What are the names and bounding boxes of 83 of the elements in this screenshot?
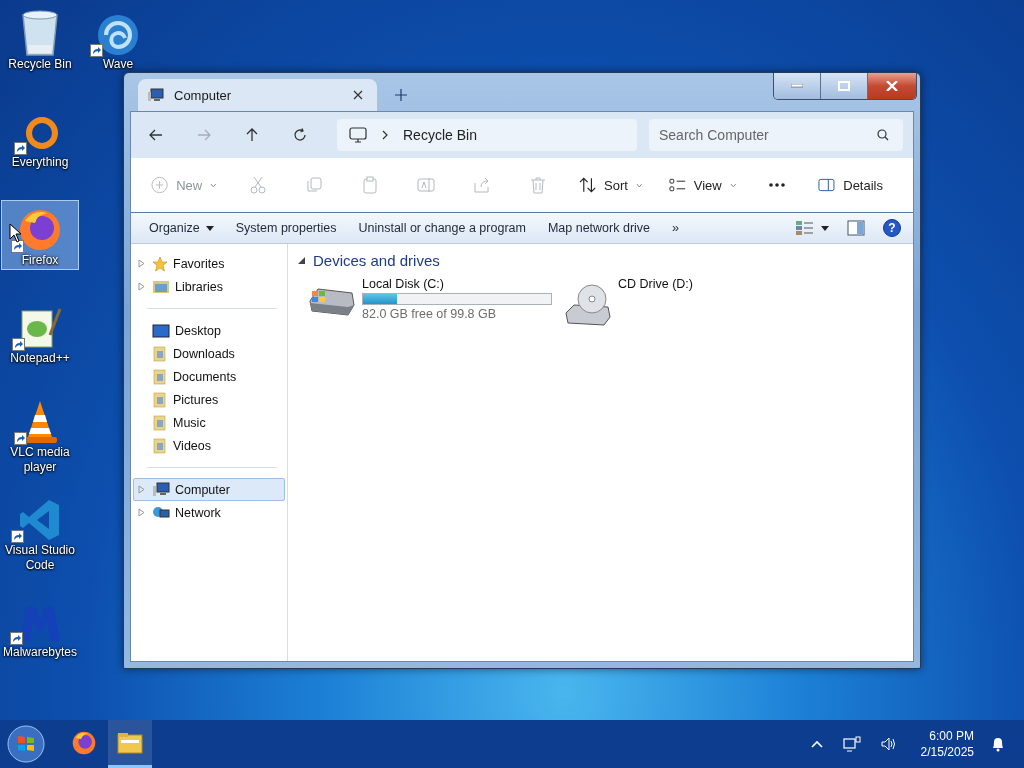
folder-icon: [152, 391, 168, 408]
expand-arrow-icon[interactable]: [138, 259, 145, 268]
chevron-up-icon[interactable]: [810, 740, 823, 748]
expand-arrow-icon[interactable]: [138, 282, 145, 291]
caret-icon: [210, 182, 217, 188]
notification-bell-icon[interactable]: [990, 736, 1006, 752]
command-button[interactable]: Uninstall or change a program: [350, 218, 534, 238]
desktop-icon[interactable]: Recycle Bin: [1, 4, 79, 78]
details-button[interactable]: Details: [812, 169, 889, 201]
start-button[interactable]: [6, 724, 46, 764]
side-panel-icon: [818, 177, 836, 193]
maximize-button[interactable]: [820, 73, 867, 99]
mouse-pointer-icon: [9, 223, 23, 243]
optical-drive-icon: [564, 283, 612, 327]
folder-icon: [152, 345, 168, 362]
network-icon: [152, 505, 170, 520]
expand-arrow-icon[interactable]: [138, 485, 145, 494]
network-monitor-icon[interactable]: [842, 736, 861, 752]
new-tab-icon[interactable]: [395, 89, 407, 101]
view-button[interactable]: View: [662, 169, 743, 201]
up-arrow-icon[interactable]: [245, 128, 259, 142]
nav-item[interactable]: Downloads: [133, 342, 285, 365]
close-icon[interactable]: [353, 90, 363, 100]
caret-icon: [635, 182, 643, 188]
help-button[interactable]: ?: [883, 219, 901, 237]
nav-item[interactable]: Libraries: [133, 275, 285, 298]
close-icon: [886, 81, 898, 91]
window-tab[interactable]: Computer: [138, 79, 377, 111]
desktop-icon: [152, 323, 170, 338]
nav-item[interactable]: Videos: [133, 434, 285, 457]
nav-item[interactable]: Desktop: [133, 319, 285, 342]
folder-icon: [152, 368, 168, 385]
speaker-icon[interactable]: [880, 737, 897, 751]
nav-item[interactable]: Favorites: [133, 252, 285, 275]
firefox-logo-icon: [71, 729, 97, 756]
computer-icon: [152, 482, 170, 497]
group-header[interactable]: Devices and drives: [298, 252, 903, 269]
clock[interactable]: 6:00 PM 2/15/2025: [920, 728, 974, 760]
desktop-icon[interactable]: Everything: [1, 102, 79, 176]
view-options-icon[interactable]: [795, 220, 829, 236]
desktop-icon[interactable]: Wave: [79, 4, 157, 78]
folder-icon: [117, 731, 143, 754]
firefox-logo-icon: [17, 207, 63, 253]
desktop-icon[interactable]: Notepad++: [1, 298, 79, 372]
address-path: Recycle Bin: [403, 127, 477, 143]
computer-icon: [148, 88, 164, 102]
refresh-icon[interactable]: [293, 128, 307, 142]
nav-item[interactable]: Pictures: [133, 388, 285, 411]
address-bar[interactable]: Recycle Bin: [337, 119, 637, 151]
desktop-icon[interactable]: Visual Studio Code: [1, 494, 79, 568]
swirl-logo-icon: [96, 13, 140, 57]
command-button[interactable]: Organize: [141, 218, 222, 238]
more-commands-button[interactable]: »: [664, 218, 687, 238]
search-field[interactable]: Search Computer: [649, 119, 903, 151]
star-icon: [152, 255, 168, 272]
expand-arrow-icon[interactable]: [138, 508, 145, 517]
command-button[interactable]: System properties: [227, 218, 345, 238]
nav-item[interactable]: Network: [133, 501, 285, 524]
back-arrow-icon[interactable]: [149, 128, 163, 142]
search-icon: [877, 129, 889, 141]
tab-title: Computer: [174, 87, 233, 103]
nav-item[interactable]: Computer: [133, 478, 285, 501]
close-button[interactable]: [867, 73, 916, 99]
sort-button[interactable]: Sort: [572, 169, 649, 201]
command-button[interactable]: Map network drive: [539, 218, 659, 238]
drive-name: CD Drive (D:): [618, 277, 694, 291]
nav-item[interactable]: Music: [133, 411, 285, 434]
drive-name: Local Disk (C:): [362, 277, 445, 291]
folder-icon: [152, 414, 168, 431]
chevron-right-icon: [381, 130, 389, 140]
collapse-arrow-icon: [298, 257, 305, 264]
nav-item[interactable]: Documents: [133, 365, 285, 388]
free-space-text: 82.0 GB free of 99.8 GB: [362, 307, 498, 321]
maximize-icon: [838, 81, 850, 91]
library-folder-icon: [152, 279, 170, 294]
taskbar-app[interactable]: [108, 720, 152, 768]
minimize-icon: [791, 84, 803, 88]
preview-pane-icon[interactable]: [847, 220, 865, 236]
desktop-icon[interactable]: Malwarebytes: [1, 592, 79, 666]
folder-icon: [152, 437, 168, 454]
monitor-icon: [349, 127, 367, 143]
caret-icon: [729, 182, 737, 188]
desktop-icon[interactable]: Firefox: [1, 200, 79, 270]
